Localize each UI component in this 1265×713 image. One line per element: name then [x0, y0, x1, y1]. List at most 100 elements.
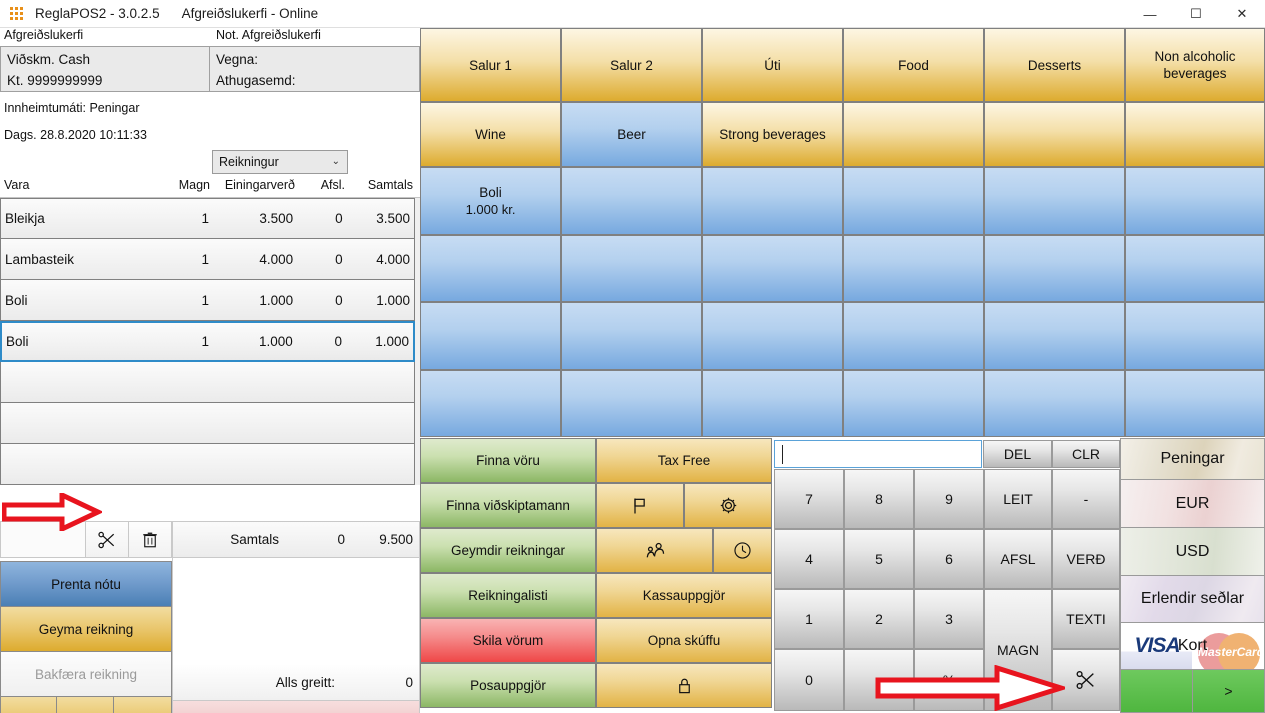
pay-card-button[interactable]: VISA MasterCard Kort: [1120, 623, 1265, 670]
product-button[interactable]: Desserts: [984, 28, 1125, 102]
product-button-empty[interactable]: [420, 370, 561, 437]
product-button-empty[interactable]: [561, 302, 702, 370]
new-order-button[interactable]: Nýr: [114, 696, 172, 713]
product-button-empty[interactable]: [561, 370, 702, 437]
order-row[interactable]: Bleikja 1 3.500 0 3.500: [0, 198, 415, 239]
store-invoice-button[interactable]: Geyma reikning: [0, 606, 172, 651]
lock-button[interactable]: [596, 663, 772, 708]
cut-line-item-button[interactable]: [85, 522, 128, 557]
blank-nav-button[interactable]: [57, 696, 114, 713]
time-button[interactable]: [713, 528, 772, 573]
order-row[interactable]: Boli 1 1.000 0 1.000: [0, 280, 415, 321]
product-button-empty[interactable]: [561, 167, 702, 235]
cash-settlement-button[interactable]: Kassauppgjör: [596, 573, 772, 618]
product-button[interactable]: Boli 1.000 kr.: [420, 167, 561, 235]
staff-button[interactable]: [596, 528, 713, 573]
key-comma[interactable]: ,: [844, 649, 914, 711]
product-button-empty[interactable]: [561, 235, 702, 302]
order-row[interactable]: [0, 362, 415, 403]
key-8[interactable]: 8: [844, 469, 914, 529]
order-row[interactable]: Boli 1 1.000 0 1.000: [0, 321, 415, 362]
product-button-empty[interactable]: [984, 167, 1125, 235]
key-clr[interactable]: CLR: [1052, 440, 1120, 468]
key-0[interactable]: 0: [774, 649, 844, 711]
key-afsl[interactable]: AFSL: [984, 529, 1052, 589]
key-3[interactable]: 3: [914, 589, 984, 649]
find-customer-button[interactable]: Finna viðskiptamann: [420, 483, 596, 528]
return-goods-button[interactable]: Skila vörum: [420, 618, 596, 663]
delete-line-item-button[interactable]: [128, 522, 171, 557]
customer-box[interactable]: Viðskm. Cash Kt. 9999999999: [0, 46, 210, 92]
key-magn[interactable]: MAGN: [984, 589, 1052, 711]
minimize-icon[interactable]: —: [1127, 0, 1173, 28]
key-5[interactable]: 5: [844, 529, 914, 589]
find-item-button[interactable]: Finna vöru: [420, 438, 596, 483]
bag-settlement-button[interactable]: Posauppgjör: [420, 663, 596, 708]
product-button-empty[interactable]: [1125, 167, 1265, 235]
key-7[interactable]: 7: [774, 469, 844, 529]
product-button-empty[interactable]: [702, 235, 843, 302]
flag-button[interactable]: [596, 483, 684, 528]
product-button[interactable]: Wine: [420, 102, 561, 167]
product-button-empty[interactable]: [420, 302, 561, 370]
settings-button[interactable]: [684, 483, 772, 528]
product-button[interactable]: Salur 2: [561, 28, 702, 102]
key-del[interactable]: DEL: [983, 440, 1052, 468]
invoice-list-button[interactable]: Reikningalisti: [420, 573, 596, 618]
pay-foreign-notes-button[interactable]: Erlendir seðlar: [1120, 576, 1265, 623]
product-button-empty[interactable]: [1125, 370, 1265, 437]
key-verd[interactable]: VERÐ: [1052, 529, 1120, 589]
keypad-scissors-button[interactable]: [1052, 649, 1120, 711]
key-1[interactable]: 1: [774, 589, 844, 649]
product-button-empty[interactable]: [984, 102, 1125, 167]
key-texti[interactable]: TEXTI: [1052, 589, 1120, 649]
order-item-list[interactable]: Bleikja 1 3.500 0 3.500 Lambasteik 1 4.000 0 4.00…: [0, 198, 420, 485]
key-leit[interactable]: LEIT: [984, 469, 1052, 529]
product-button-empty[interactable]: [1125, 302, 1265, 370]
reason-box[interactable]: Vegna: Athugasemd:: [210, 46, 420, 92]
product-button-empty[interactable]: [702, 302, 843, 370]
product-button-empty[interactable]: [984, 235, 1125, 302]
print-receipt-button[interactable]: Prenta nótu: [0, 561, 172, 606]
order-row[interactable]: Lambasteik 1 4.000 0 4.000: [0, 239, 415, 280]
pay-usd-button[interactable]: USD: [1120, 528, 1265, 576]
reverse-invoice-button[interactable]: Bakfæra reikning: [0, 651, 172, 696]
product-category-grid[interactable]: Salur 1 Salur 2 Úti Food Desserts Non alcohol…: [420, 28, 1265, 437]
maximize-icon[interactable]: ☐: [1173, 0, 1219, 28]
product-button-empty[interactable]: [702, 370, 843, 437]
product-button-empty[interactable]: [843, 167, 984, 235]
product-button-empty[interactable]: [843, 235, 984, 302]
product-button-empty[interactable]: [1125, 235, 1265, 302]
product-button-empty[interactable]: [843, 302, 984, 370]
product-button-empty[interactable]: [843, 370, 984, 437]
payment-blank-button[interactable]: [1121, 670, 1193, 712]
order-row[interactable]: [0, 403, 415, 444]
pay-eur-button[interactable]: EUR: [1120, 480, 1265, 528]
product-button-empty[interactable]: [984, 370, 1125, 437]
product-button[interactable]: Beer: [561, 102, 702, 167]
key-6[interactable]: 6: [914, 529, 984, 589]
key-percent[interactable]: %: [914, 649, 984, 711]
tax-free-button[interactable]: Tax Free: [596, 438, 772, 483]
product-button-empty[interactable]: [843, 102, 984, 167]
stored-invoices-button[interactable]: Geymdir reikningar: [420, 528, 596, 573]
close-icon[interactable]: ✕: [1219, 0, 1265, 28]
keypad-display-input[interactable]: [774, 440, 982, 468]
order-row[interactable]: [0, 444, 415, 485]
key-9[interactable]: 9: [914, 469, 984, 529]
payment-next-button[interactable]: >: [1193, 670, 1264, 712]
open-drawer-button[interactable]: Opna skúffu: [596, 618, 772, 663]
product-button[interactable]: Úti: [702, 28, 843, 102]
product-button[interactable]: Food: [843, 28, 984, 102]
product-button-empty[interactable]: [702, 167, 843, 235]
document-type-select[interactable]: Reikningur ⌄: [212, 150, 348, 174]
product-button-empty[interactable]: [420, 235, 561, 302]
key-4[interactable]: 4: [774, 529, 844, 589]
product-button[interactable]: Non alcoholic beverages: [1125, 28, 1265, 102]
key-minus[interactable]: -: [1052, 469, 1120, 529]
product-button-empty[interactable]: [1125, 102, 1265, 167]
product-button[interactable]: Salur 1: [420, 28, 561, 102]
product-button[interactable]: Strong beverages: [702, 102, 843, 167]
pay-cash-button[interactable]: Peningar: [1120, 438, 1265, 480]
key-2[interactable]: 2: [844, 589, 914, 649]
